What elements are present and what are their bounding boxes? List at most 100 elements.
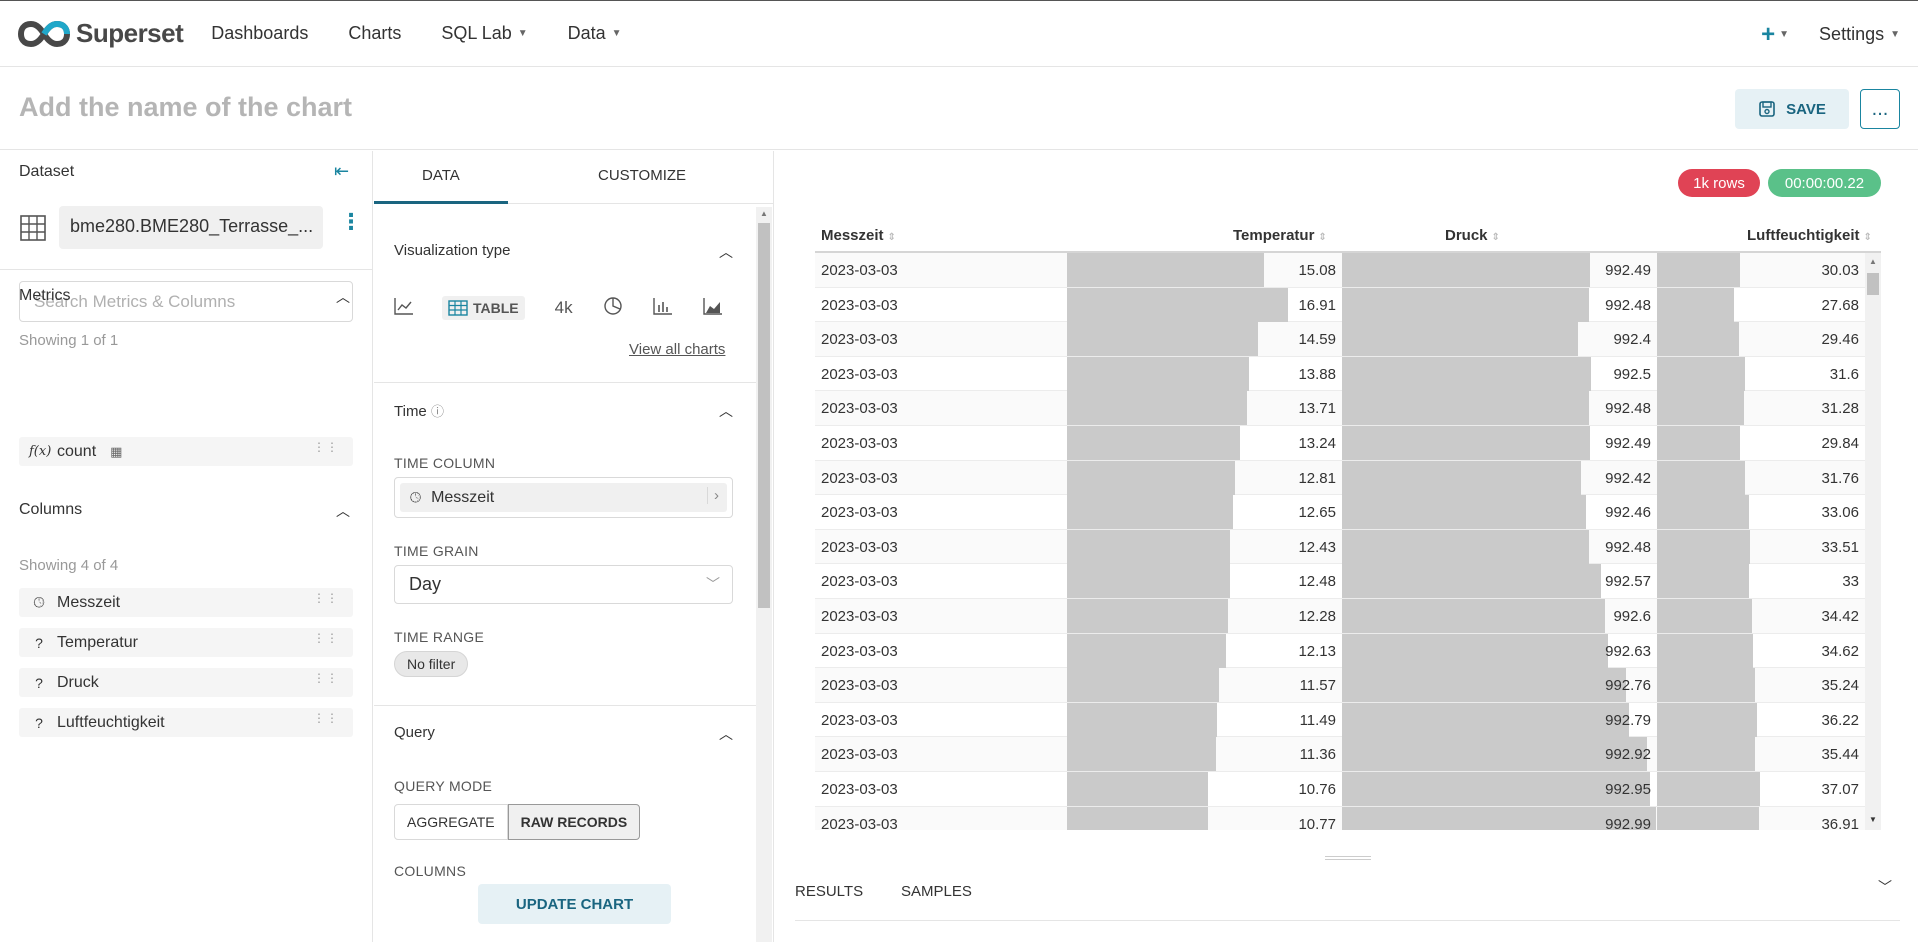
- scroll-up-icon[interactable]: ▲: [1869, 257, 1877, 266]
- table-header: Messzeit ⇕ Temperatur ⇕ Druck ⇕ Luftfeuchti…: [815, 217, 1881, 253]
- chart-title-input[interactable]: Add the name of the chart: [19, 92, 352, 123]
- time-column-value[interactable]: 🕓︎ Messzeit ›: [400, 483, 727, 512]
- tab-data[interactable]: DATA: [422, 167, 460, 184]
- dataset-name[interactable]: bme280.BME280_Terrasse_...: [59, 206, 323, 249]
- chevron-up-icon[interactable]: ︿: [336, 287, 350, 307]
- cell-temperatur: 10.77: [1298, 815, 1336, 830]
- drag-handle-icon[interactable]: ⋮⋮: [313, 672, 339, 684]
- time-grain-select[interactable]: Day ﹀: [394, 565, 733, 604]
- chevron-right-icon[interactable]: ›: [707, 487, 719, 504]
- sort-icon[interactable]: ⇕: [1318, 232, 1326, 243]
- new-menu-button[interactable]: + ▼: [1761, 21, 1789, 49]
- metric-item-count[interactable]: f(x) count ▦ ⋮⋮: [19, 437, 353, 466]
- column-header-druck[interactable]: Druck ⇕: [1445, 227, 1500, 244]
- table-row: 2023-03-03 11.36 992.92 35.44: [815, 737, 1865, 772]
- drag-handle-icon[interactable]: ⋮⋮: [313, 632, 339, 644]
- column-header-luftfeuchtigkeit[interactable]: Luftfeuchtigkeit ⇕: [1747, 227, 1872, 244]
- drag-handle-icon[interactable]: ⋮⋮: [313, 441, 339, 453]
- time-column-label: TIME COLUMN: [394, 455, 496, 471]
- nav-data[interactable]: Data ▼: [568, 23, 622, 44]
- cell-temperatur: 11.36: [1299, 746, 1336, 764]
- cell-druck: 992.95: [1605, 781, 1651, 798]
- table-row: 2023-03-03 13.88 992.5 31.6: [815, 356, 1865, 392]
- query-mode-toggle: AGGREGATE RAW RECORDS: [394, 804, 641, 840]
- query-mode-label: QUERY MODE: [394, 778, 493, 794]
- bar-chart-icon[interactable]: [652, 297, 673, 320]
- cell-luftfeuchtigkeit: 30.03: [1821, 262, 1859, 279]
- cell-druck: 992.92: [1605, 746, 1651, 764]
- chevron-up-icon[interactable]: ︿: [719, 401, 733, 421]
- column-item-druck[interactable]: ? Druck ⋮⋮: [19, 668, 353, 697]
- table-row: 2023-03-03 12.28 992.6 34.42: [815, 599, 1865, 634]
- scroll-thumb[interactable]: [1867, 273, 1879, 295]
- table-row: 2023-03-03 11.49 992.79 36.22: [815, 702, 1865, 738]
- scroll-up-icon[interactable]: ▲: [760, 209, 768, 218]
- column-header-messzeit[interactable]: Messzeit ⇕: [821, 227, 896, 244]
- results-table: Messzeit ⇕ Temperatur ⇕ Druck ⇕ Luftfeuchti…: [815, 217, 1881, 830]
- nav-charts[interactable]: Charts: [348, 23, 401, 44]
- cell-temperatur: 16.91: [1298, 296, 1336, 314]
- cell-druck: 992.79: [1605, 711, 1651, 729]
- cell-druck: 992.5: [1613, 365, 1651, 383]
- chevron-down-icon[interactable]: ﹀: [1878, 877, 1892, 897]
- raw-records-mode-button[interactable]: RAW RECORDS: [507, 804, 641, 840]
- column-name: Druck: [57, 673, 99, 691]
- more-options-button[interactable]: ...: [1860, 89, 1900, 129]
- tab-customize[interactable]: CUSTOMIZE: [598, 167, 686, 184]
- sort-icon[interactable]: ⇕: [888, 232, 896, 243]
- tab-samples[interactable]: SAMPLES: [901, 883, 972, 900]
- save-button[interactable]: SAVE: [1735, 89, 1849, 129]
- ellipsis-icon: ...: [1871, 97, 1889, 120]
- nav-dashboards[interactable]: Dashboards: [211, 23, 308, 44]
- viz-table-option[interactable]: TABLE: [442, 296, 525, 320]
- sort-icon[interactable]: ⇕: [1492, 232, 1500, 243]
- table-scrollbar[interactable]: ▲ ▼: [1865, 253, 1881, 830]
- tab-results[interactable]: RESULTS: [795, 883, 863, 900]
- cell-temperatur: 12.65: [1298, 504, 1336, 522]
- info-icon[interactable]: ⓘ: [431, 404, 444, 419]
- table-row: 2023-03-03 15.08 992.49 30.03: [815, 253, 1865, 288]
- chevron-up-icon[interactable]: ︿: [336, 501, 350, 521]
- scroll-down-icon[interactable]: ▼: [1869, 815, 1877, 824]
- time-column-control[interactable]: 🕓︎ Messzeit ›: [394, 477, 733, 518]
- column-header-temperatur[interactable]: Temperatur ⇕: [1233, 227, 1327, 244]
- dataset-menu-icon[interactable]: ⋮: [340, 211, 362, 233]
- table-row: 2023-03-03 11.57 992.76 35.24: [815, 668, 1865, 703]
- column-item-messzeit[interactable]: 🕓︎ Messzeit ⋮⋮: [19, 588, 353, 617]
- cell-temperatur: 13.88: [1298, 365, 1336, 383]
- aggregate-mode-button[interactable]: AGGREGATE: [394, 804, 508, 840]
- sort-icon[interactable]: ⇕: [1864, 232, 1872, 243]
- header-label: Messzeit: [821, 227, 884, 244]
- chevron-up-icon[interactable]: ︿: [719, 724, 733, 744]
- nav-sql-lab[interactable]: SQL Lab ▼: [441, 23, 527, 44]
- cell-messzeit: 2023-03-03: [821, 262, 898, 279]
- drag-handle-icon[interactable]: ⋮⋮: [313, 592, 339, 604]
- chevron-up-icon[interactable]: ︿: [719, 242, 733, 262]
- pie-chart-icon[interactable]: [603, 296, 623, 321]
- chart-container: 1k rows 00:00:00.22 Messzeit ⇕ Temperatur…: [775, 151, 1918, 942]
- column-item-luftfeuchtigkeit[interactable]: ? Luftfeuchtigkeit ⋮⋮: [19, 708, 353, 737]
- brand-logo[interactable]: Superset: [18, 18, 184, 49]
- question-icon: ?: [35, 634, 43, 651]
- settings-menu[interactable]: Settings ▼: [1819, 24, 1900, 45]
- control-panel-scrollbar[interactable]: ▲: [756, 207, 772, 942]
- cell-temperatur: 12.43: [1298, 538, 1336, 556]
- big-number-icon[interactable]: 4k: [555, 298, 573, 318]
- update-chart-button[interactable]: UPDATE CHART: [478, 884, 671, 924]
- view-all-charts-link[interactable]: View all charts: [629, 341, 725, 358]
- scroll-thumb[interactable]: [758, 223, 770, 608]
- collapse-panel-icon[interactable]: ⇤: [334, 161, 349, 182]
- table-row: 2023-03-03 12.13 992.63 34.62: [815, 633, 1865, 669]
- cell-luftfeuchtigkeit: 33: [1842, 573, 1859, 591]
- area-chart-icon[interactable]: [702, 297, 723, 320]
- drag-handle-icon[interactable]: ⋮⋮: [313, 712, 339, 724]
- cell-messzeit: 2023-03-03: [821, 781, 898, 798]
- column-item-temperatur[interactable]: ? Temperatur ⋮⋮: [19, 628, 353, 657]
- line-chart-icon[interactable]: [394, 297, 414, 320]
- panel-resize-handle[interactable]: [1325, 856, 1371, 860]
- cell-druck: 992.48: [1605, 296, 1651, 314]
- cell-messzeit: 2023-03-03: [821, 642, 898, 660]
- time-range-pill[interactable]: No filter: [394, 651, 469, 677]
- chevron-down-icon: ﹀: [706, 576, 720, 592]
- cell-temperatur: 12.13: [1298, 642, 1336, 660]
